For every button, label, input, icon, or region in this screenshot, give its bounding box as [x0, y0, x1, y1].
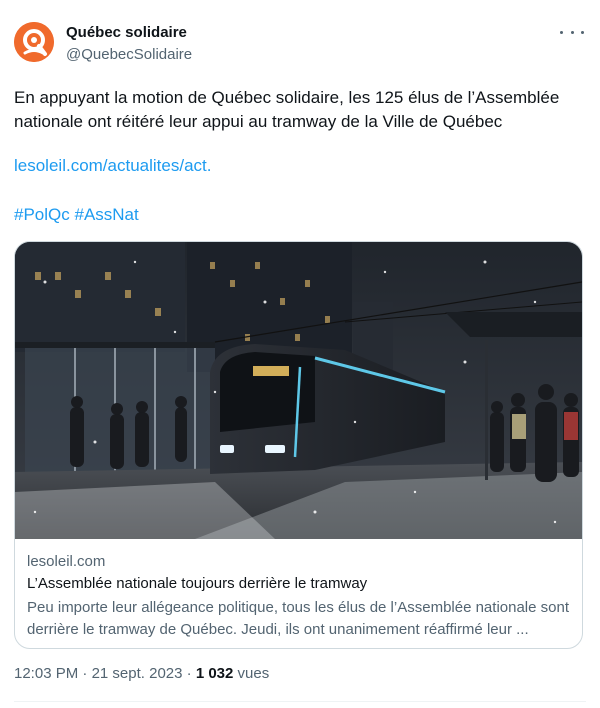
hashtag-assnat[interactable]: #AssNat [74, 205, 138, 224]
hashtag-polqc[interactable]: #PolQc [14, 205, 70, 224]
views-label: vues [237, 665, 270, 682]
avatar[interactable] [14, 22, 54, 62]
author-handle[interactable]: @QuebecSolidaire [66, 46, 192, 63]
card-description: Peu importe leur allégeance politique, t… [27, 599, 569, 638]
dot [560, 30, 563, 34]
tweet-header: Québec solidaire @QuebecSolidaire [14, 20, 586, 68]
dot [581, 30, 584, 34]
dot [570, 30, 574, 34]
views-count: 1 032 [195, 665, 234, 682]
divider [14, 701, 586, 702]
tweet-text: En appuyant la motion de Québec solidair… [14, 88, 560, 131]
link-preview-card[interactable]: lesoleil.com L’Assemblée nationale toujo… [14, 241, 583, 649]
meta-separator: · [82, 665, 88, 682]
more-dots-icon[interactable] [560, 24, 584, 40]
author-name[interactable]: Québec solidaire [66, 24, 187, 41]
tramway-night-scene [15, 242, 582, 539]
tweet-link[interactable]: lesoleil.com/actualites/act. [14, 154, 211, 178]
tweet-meta: 12:03 PM · 21 sept. 2023 · 1 032 vues [14, 665, 269, 682]
card-image[interactable] [15, 242, 582, 539]
tweet-date[interactable]: 21 sept. 2023 [92, 665, 183, 682]
qs-logo-icon [14, 22, 54, 62]
meta-separator: · [186, 665, 192, 682]
card-domain: lesoleil.com [27, 553, 106, 570]
hashtags: #PolQc #AssNat [14, 203, 139, 227]
card-title: L’Assemblée nationale toujours derrière … [27, 575, 368, 592]
tweet-time[interactable]: 12:03 PM [14, 665, 78, 682]
